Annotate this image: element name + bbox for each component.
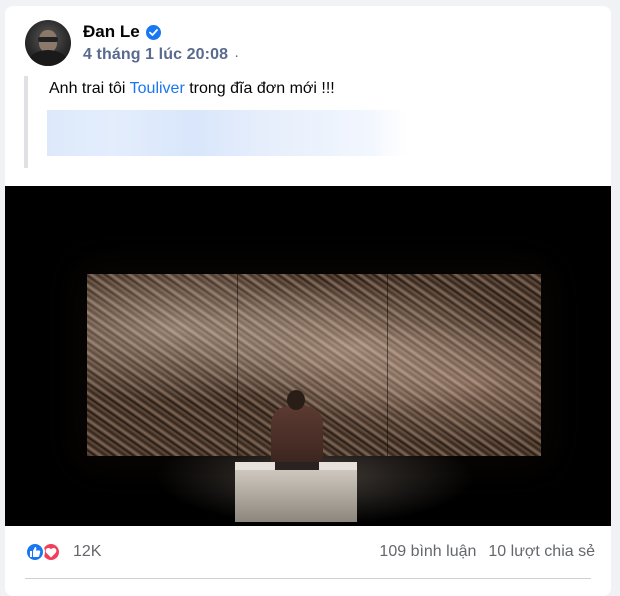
painting-panel-seam [387, 274, 388, 456]
author-row: Đan Le [83, 22, 161, 42]
like-icon [25, 542, 45, 562]
comments-count[interactable]: 109 bình luận [379, 543, 476, 561]
seated-person [271, 406, 323, 468]
post-stats: 12K 109 bình luận 10 lượt chia sẻ [25, 540, 595, 564]
verified-badge-icon [145, 24, 161, 40]
bench [235, 462, 357, 522]
blur-fade [377, 110, 407, 156]
post-text-before: Anh trai tôi [49, 80, 130, 97]
post-meta: 4 tháng 1 lúc 20:08 · [83, 46, 239, 64]
post-header: Đan Le 4 tháng 1 lúc 20:08 · [25, 20, 585, 70]
post-timestamp[interactable]: 4 tháng 1 lúc 20:08 [83, 46, 228, 64]
person-legs [275, 462, 319, 470]
avatar-glasses [38, 37, 58, 42]
post-card: Đan Le 4 tháng 1 lúc 20:08 · Anh trai tô… [5, 6, 611, 596]
post-text: Anh trai tôi Touliver trong đĩa đơn mới … [49, 80, 335, 98]
blurred-content [47, 110, 407, 156]
painting-panel-seam [237, 274, 238, 456]
reaction-count: 12K [73, 543, 102, 560]
quote-bar [24, 76, 28, 168]
post-text-after: trong đĩa đơn mới !!! [184, 80, 335, 97]
meta-separator: · [234, 46, 240, 64]
shares-count[interactable]: 10 lượt chia sẻ [488, 543, 595, 561]
author-name[interactable]: Đan Le [83, 22, 140, 42]
mention-link[interactable]: Touliver [130, 80, 185, 97]
person-head [287, 390, 305, 410]
reactions-summary[interactable]: 12K [25, 542, 101, 562]
stats-divider [25, 578, 591, 579]
post-photo[interactable] [5, 186, 611, 526]
author-avatar[interactable] [25, 20, 71, 66]
avatar-shoulders [29, 50, 67, 66]
